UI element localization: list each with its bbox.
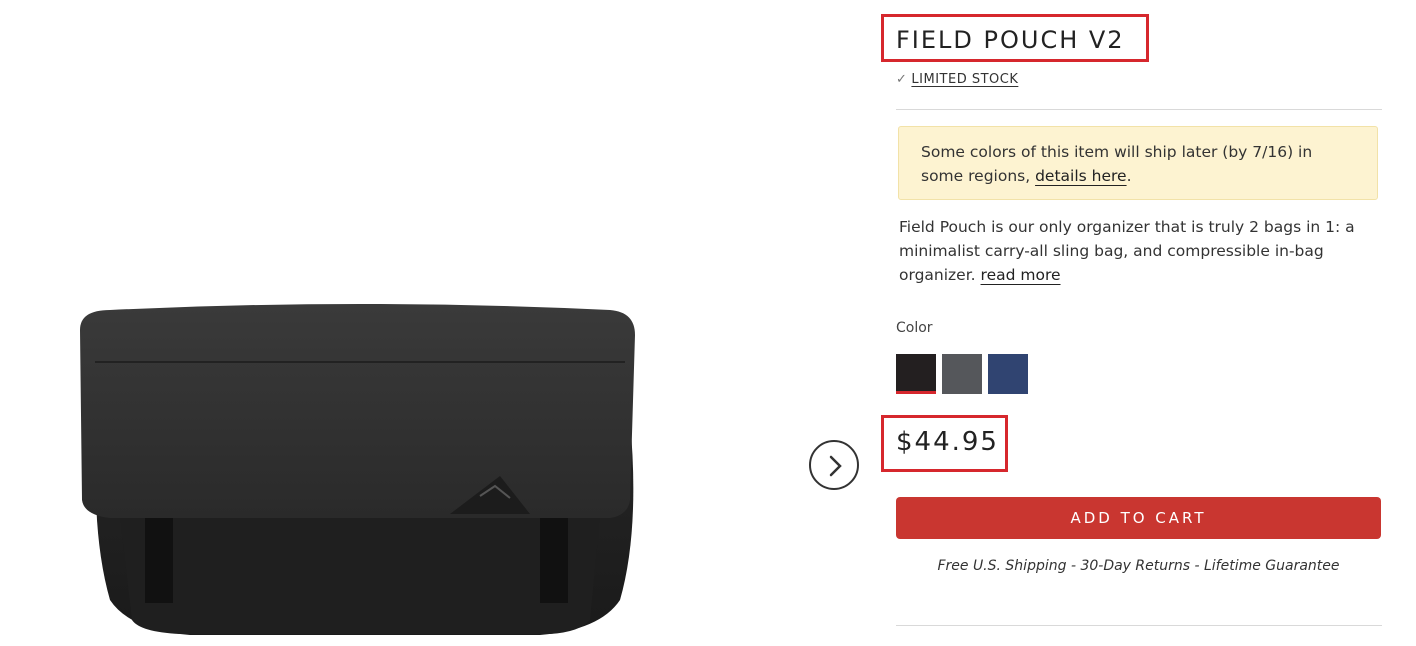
color-swatch-charcoal[interactable] bbox=[942, 354, 982, 394]
color-label: Color bbox=[896, 320, 933, 336]
product-image-gallery bbox=[0, 0, 880, 646]
product-info-panel: FIELD POUCH V2 ✓ LIMITED STOCK Some color… bbox=[881, 0, 1382, 646]
carousel-next-button[interactable] bbox=[809, 440, 859, 490]
check-icon: ✓ bbox=[896, 72, 908, 87]
chevron-right-icon bbox=[829, 455, 842, 477]
description-text: Field Pouch is our only organizer that i… bbox=[899, 218, 1355, 284]
color-swatch-black[interactable] bbox=[896, 354, 936, 394]
stock-status[interactable]: ✓ LIMITED STOCK bbox=[896, 72, 1018, 87]
notice-text-end: . bbox=[1126, 167, 1132, 185]
product-price: $44.95 bbox=[896, 427, 999, 457]
product-image bbox=[80, 304, 635, 635]
shipping-notice: Some colors of this item will ship later… bbox=[898, 126, 1378, 200]
read-more-link[interactable]: read more bbox=[981, 266, 1061, 284]
stock-status-label: LIMITED STOCK bbox=[911, 72, 1019, 87]
add-to-cart-button[interactable]: ADD TO CART bbox=[896, 497, 1381, 539]
color-swatch-blue[interactable] bbox=[988, 354, 1028, 394]
product-title: FIELD POUCH V2 bbox=[896, 26, 1125, 54]
product-description: Field Pouch is our only organizer that i… bbox=[899, 215, 1369, 287]
divider bbox=[896, 109, 1382, 110]
details-link[interactable]: details here bbox=[1035, 167, 1127, 185]
shipping-guarantee-note: Free U.S. Shipping - 30-Day Returns - Li… bbox=[937, 558, 1340, 574]
divider bbox=[896, 625, 1382, 626]
